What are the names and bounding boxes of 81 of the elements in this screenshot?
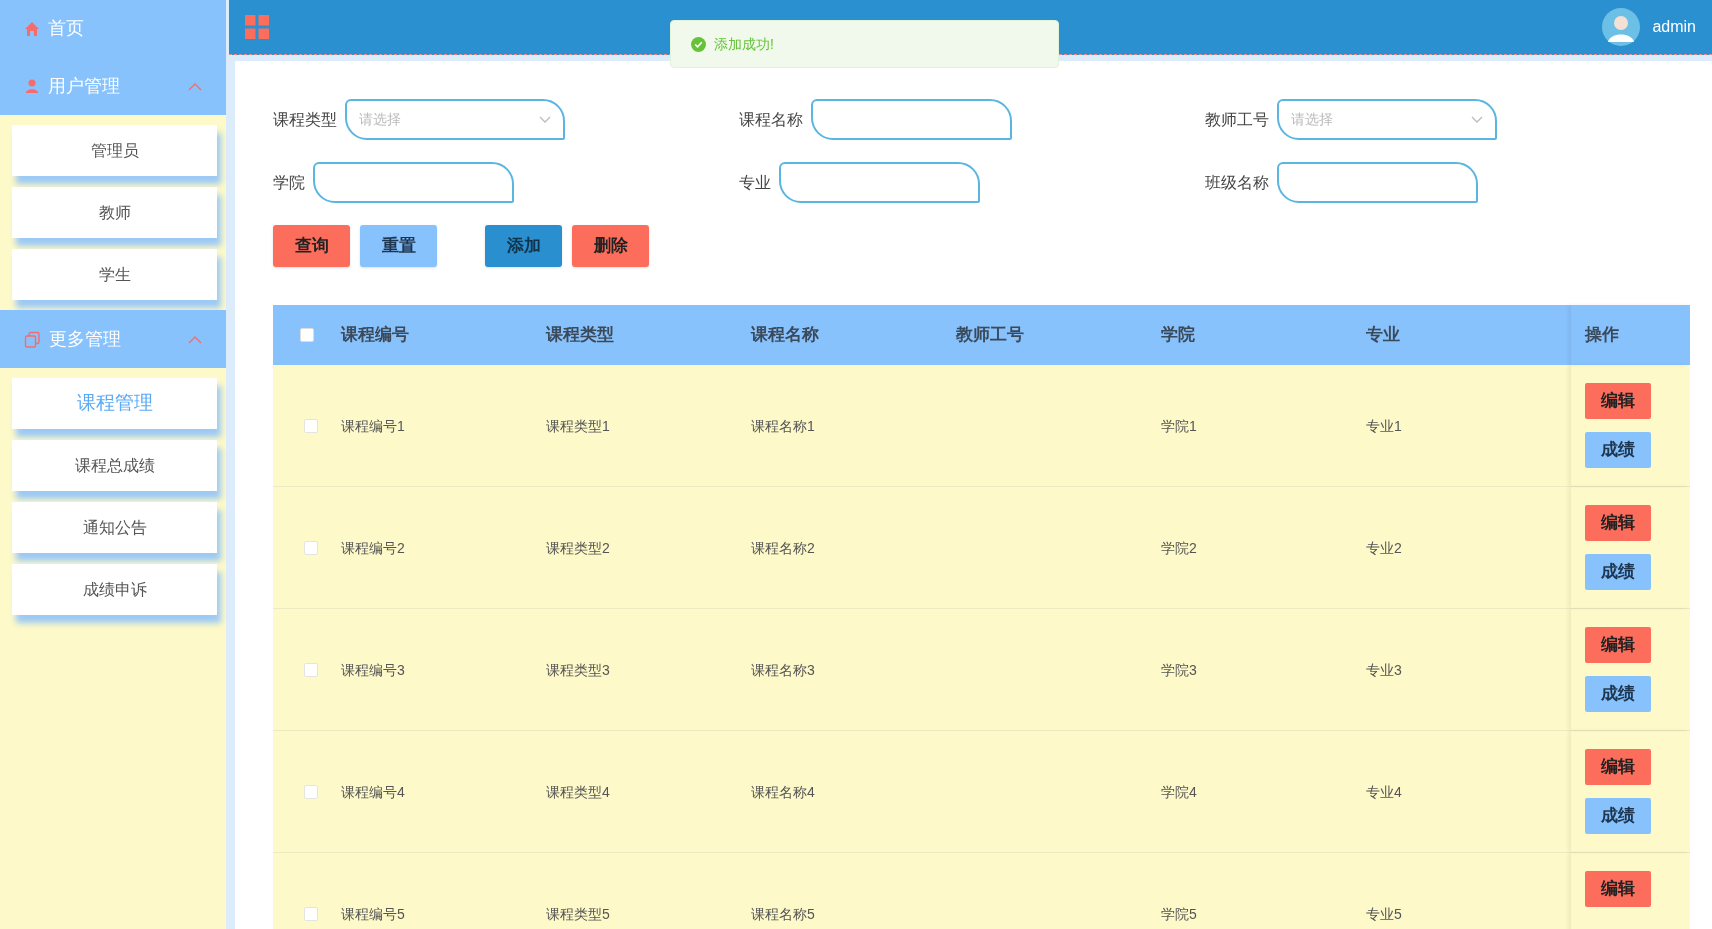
placeholder-text: 请选择	[359, 110, 402, 129]
column-header: 课程编号	[341, 325, 409, 345]
table-cell: 课程类型3	[546, 661, 610, 678]
sidebar-subitem[interactable]: 学生	[12, 249, 217, 300]
table-cell: 课程类型5	[546, 905, 610, 922]
action-button[interactable]: 查询	[273, 225, 350, 267]
grid-icon[interactable]	[245, 15, 269, 39]
row-action-button[interactable]: 成绩	[1585, 554, 1651, 590]
field-label: 专业	[739, 172, 771, 193]
table-cell: 课程类型4	[546, 783, 610, 800]
checkbox[interactable]	[304, 662, 318, 677]
column-header: 教师工号	[956, 325, 1024, 345]
row-action-button[interactable]: 编辑	[1585, 871, 1651, 907]
table-cell: 学院4	[1161, 783, 1197, 800]
column-header: 学院	[1161, 325, 1195, 345]
sidebar-subitem[interactable]: 管理员	[12, 125, 217, 176]
action-button[interactable]: 添加	[485, 225, 562, 267]
table-cell: 专业2	[1366, 539, 1402, 556]
row-action-button[interactable]: 成绩	[1585, 432, 1651, 468]
field-label: 教师工号	[1205, 109, 1269, 130]
copy-icon	[24, 330, 41, 348]
table-cell: 课程名称4	[751, 783, 815, 800]
action-button[interactable]: 删除	[572, 225, 649, 267]
sidebar-subitem[interactable]: 成绩申诉	[12, 564, 217, 615]
text-field[interactable]	[779, 162, 980, 203]
chevron-down-icon	[539, 115, 551, 124]
field-label: 课程类型	[273, 109, 337, 130]
table-cell: 课程名称1	[751, 417, 815, 434]
table-cell: 课程名称3	[751, 661, 815, 678]
user-icon	[24, 78, 40, 94]
row-action-button[interactable]: 编辑	[1585, 749, 1651, 785]
column-header: 课程名称	[751, 325, 819, 345]
checkbox[interactable]	[304, 784, 318, 799]
table-cell: 专业4	[1366, 783, 1402, 800]
row-action-button[interactable]: 编辑	[1585, 383, 1651, 419]
text-field[interactable]	[811, 99, 1012, 140]
column-header: 专业	[1366, 325, 1400, 345]
sidebar-subitem[interactable]: 课程总成绩	[12, 440, 217, 491]
checkbox[interactable]	[300, 328, 314, 342]
row-action-button[interactable]: 编辑	[1585, 627, 1651, 663]
table-cell: 学院1	[1161, 417, 1197, 434]
checkbox[interactable]	[304, 906, 318, 921]
text-field[interactable]	[1277, 162, 1478, 203]
table-cell: 课程编号4	[341, 783, 405, 800]
table-cell: 专业3	[1366, 661, 1402, 678]
column-header: 操作	[1585, 324, 1619, 347]
toast-message: 添加成功!	[714, 34, 774, 54]
table-cell: 课程类型2	[546, 539, 610, 556]
chevron-up-icon	[188, 334, 202, 344]
table-cell: 课程类型1	[546, 417, 610, 434]
sidebar-subitem[interactable]: 通知公告	[12, 502, 217, 553]
action-button[interactable]: 重置	[360, 225, 437, 267]
text-field[interactable]	[313, 162, 514, 203]
table-cell: 学院3	[1161, 661, 1197, 678]
column-header: 课程类型	[546, 325, 614, 345]
table-cell: 专业5	[1366, 905, 1402, 922]
table-cell: 课程编号3	[341, 661, 405, 678]
placeholder-text: 请选择	[1291, 110, 1334, 129]
table-cell: 课程编号1	[341, 417, 405, 434]
username[interactable]: admin	[1652, 15, 1696, 39]
table-cell: 课程编号5	[341, 905, 405, 922]
table-cell: 课程名称5	[751, 905, 815, 922]
chevron-up-icon	[188, 81, 202, 91]
avatar-icon[interactable]	[1602, 8, 1641, 46]
table-cell: 专业1	[1366, 417, 1402, 434]
home-icon	[24, 20, 40, 37]
sidebar-subitem[interactable]: 教师	[12, 187, 217, 238]
check-circle-icon	[691, 36, 706, 52]
chevron-down-icon	[1471, 115, 1483, 124]
row-action-button[interactable]: 成绩	[1585, 798, 1651, 834]
table-cell: 学院2	[1161, 539, 1197, 556]
field-label: 班级名称	[1205, 172, 1269, 193]
row-action-button[interactable]: 编辑	[1585, 505, 1651, 541]
field-label: 学院	[273, 172, 305, 193]
checkbox[interactable]	[304, 418, 318, 433]
table-cell: 课程编号2	[341, 539, 405, 556]
table-cell: 学院5	[1161, 905, 1197, 922]
field-label: 课程名称	[739, 109, 803, 130]
checkbox[interactable]	[304, 540, 318, 555]
table-cell: 课程名称2	[751, 539, 815, 556]
row-action-button[interactable]: 成绩	[1585, 676, 1651, 712]
